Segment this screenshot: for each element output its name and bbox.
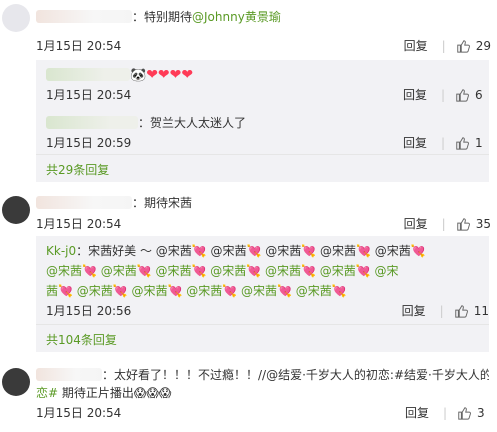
- like-count: 6: [475, 87, 483, 102]
- thumbs-up-icon[interactable]: [456, 39, 470, 53]
- reply-button[interactable]: 回复: [402, 302, 426, 319]
- reply-actions: 回复 | 6: [403, 86, 489, 103]
- reply-username[interactable]: [46, 116, 138, 129]
- reply-list: Kk-j0：宋茜好美 ～ @宋茜💘 @宋茜💘 @宋茜💘 @宋茜💘 @宋茜💘 @宋…: [36, 236, 489, 352]
- reply-text-line: 茜💘 @宋茜💘 @宋茜💘 @宋茜💘 @宋茜💘 @宋茜💘: [46, 284, 347, 298]
- thumbs-up-icon[interactable]: [455, 88, 469, 102]
- reply-actions: 回复 | 1: [403, 134, 489, 151]
- timestamp: 1月15日 20:54: [36, 39, 122, 53]
- hashtag-link[interactable]: 恋#: [36, 386, 58, 400]
- reply-timestamp: 1月15日 20:59: [46, 136, 132, 150]
- thumbs-up-icon[interactable]: [454, 304, 468, 318]
- avatar[interactable]: [2, 4, 30, 32]
- timestamp: 1月15日 20:54: [36, 217, 122, 231]
- action-divider: |: [440, 135, 445, 150]
- username[interactable]: [36, 196, 132, 209]
- avatar[interactable]: [2, 368, 30, 396]
- panda-emoji: 🐼: [130, 68, 147, 83]
- comment-text: ：特别期待@Johnny黄景瑜: [36, 8, 489, 26]
- reply-divider: [36, 324, 489, 325]
- thumbs-up-icon[interactable]: [455, 136, 469, 150]
- action-divider: |: [439, 303, 444, 318]
- more-replies-link[interactable]: 共29条回复: [46, 161, 109, 178]
- timestamp: 1月15日 20:54: [36, 406, 122, 420]
- action-divider: |: [440, 87, 445, 102]
- reply-username[interactable]: [46, 68, 130, 81]
- comment-actions: 回复 | 35: [404, 215, 491, 232]
- reply-actions: 回复 | 11: [402, 302, 489, 319]
- reply-timestamp: 1月15日 20:54: [46, 88, 132, 102]
- reply-text: Kk-j0：宋茜好美 ～ @宋茜💘 @宋茜💘 @宋茜💘 @宋茜💘 @宋茜💘: [46, 244, 426, 258]
- reply-button[interactable]: 回复: [403, 86, 427, 103]
- like-count: 1: [475, 135, 483, 150]
- reply-timestamp: 1月15日 20:56: [46, 304, 132, 318]
- comment-text: ：太好看了！！！不过瘾！！//@结爱·千岁大人的初恋:#结爱·千岁大人的初: [36, 366, 489, 384]
- action-divider: |: [442, 405, 447, 420]
- reply-divider: [36, 154, 489, 155]
- reply-button[interactable]: 回复: [405, 404, 429, 421]
- comment-actions: 回复 | 3: [405, 404, 491, 421]
- comment-text: ：期待宋茜: [36, 194, 489, 212]
- reply-username[interactable]: Kk-j0: [46, 244, 76, 258]
- action-divider: |: [441, 216, 446, 231]
- thumbs-up-icon[interactable]: [457, 406, 471, 420]
- reply-button[interactable]: 回复: [404, 215, 428, 232]
- avatar[interactable]: [2, 196, 30, 224]
- like-count: 35: [475, 216, 491, 231]
- like-count: 11: [473, 303, 489, 318]
- reply-button[interactable]: 回复: [404, 37, 428, 54]
- mention-link[interactable]: @Johnny黄景瑜: [192, 10, 281, 24]
- like-count: 29: [475, 38, 491, 53]
- reply-list: 🐼❤❤❤❤ 1月15日 20:54 回复 | 6 ：贺兰大人太迷人了 1月15日…: [36, 60, 489, 182]
- action-divider: |: [441, 38, 446, 53]
- comment-actions: 回复 | 29: [404, 37, 491, 54]
- username[interactable]: [36, 368, 102, 381]
- reply-button[interactable]: 回复: [403, 134, 427, 151]
- username[interactable]: [36, 10, 132, 23]
- like-count: 3: [477, 405, 485, 420]
- reply-text: ：贺兰大人太迷人了: [46, 114, 481, 132]
- thumbs-up-icon[interactable]: [456, 217, 470, 231]
- reply-text-line: @宋茜💘 @宋茜💘 @宋茜💘 @宋茜💘 @宋茜💘 @宋茜💘 @宋: [46, 264, 399, 278]
- comment-text-line: 恋# 期待正片播出😱😱😱: [36, 386, 172, 400]
- more-replies-link[interactable]: 共104条回复: [46, 331, 117, 348]
- reply-text: 🐼❤❤❤❤: [46, 66, 481, 85]
